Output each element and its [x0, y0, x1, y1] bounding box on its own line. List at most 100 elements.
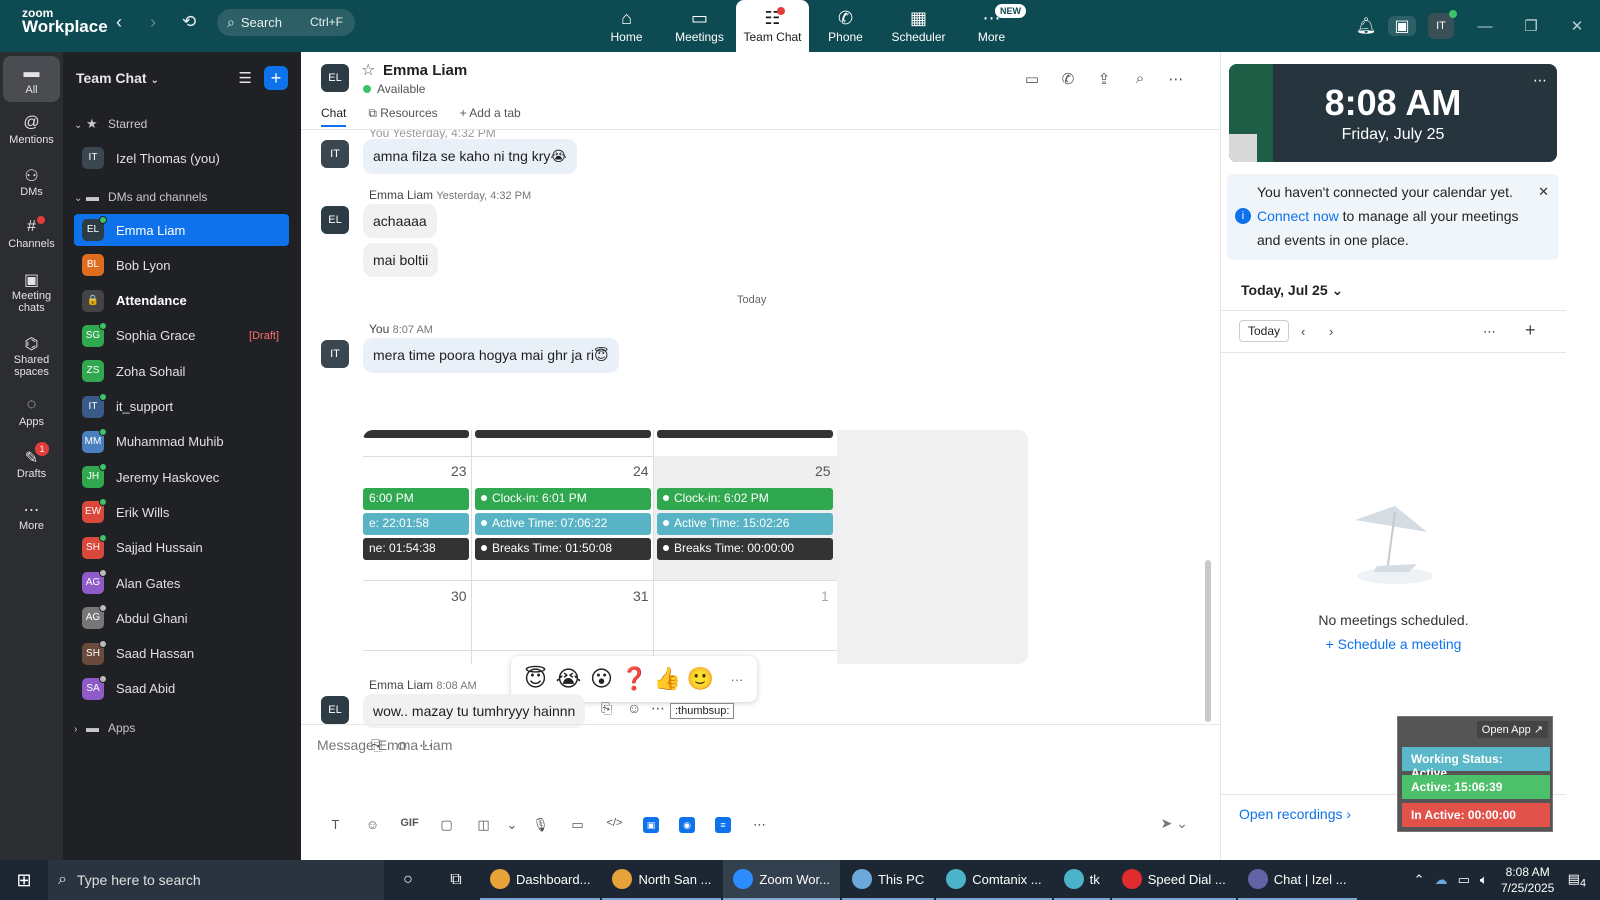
message-bubble[interactable]: amna filza se kaho ni tng kry😭	[363, 139, 577, 174]
forward-arrow-icon[interactable]: ›	[150, 12, 156, 33]
new-chat-button[interactable]: +	[264, 66, 288, 90]
add-icon[interactable]: +	[1525, 320, 1536, 341]
message-bubble[interactable]: achaaaa	[363, 204, 437, 238]
profile-avatar[interactable]: IT	[1428, 10, 1457, 39]
contact-izel-thomas[interactable]: IT Izel Thomas (you)	[74, 142, 289, 174]
search-icon[interactable]: ⌕	[1122, 70, 1158, 88]
star-icon[interactable]: ☆	[361, 60, 375, 80]
tab-chat[interactable]: Chat	[321, 106, 347, 127]
contact-item[interactable]: SG Sophia Grace [Draft]	[74, 320, 289, 352]
rail-channels[interactable]: # Channels	[0, 210, 63, 262]
nav-phone[interactable]: ✆ Phone	[809, 0, 882, 52]
gif-icon[interactable]: GIF	[391, 817, 428, 833]
surprised-emoji[interactable]: 😮	[585, 666, 618, 692]
taskbar-app[interactable]: Chat | Izel ...	[1237, 860, 1357, 900]
rail-all[interactable]: ▬ All	[3, 56, 60, 102]
file-icon[interactable]: ▢	[428, 817, 465, 833]
nav-home[interactable]: ⌂ Home	[590, 0, 663, 52]
code-snippet-icon[interactable]: </>	[596, 817, 633, 833]
windows-start-icon[interactable]: ⊞	[0, 870, 48, 891]
sidebar-title[interactable]: Team Chat ⌄	[76, 70, 159, 86]
today-header[interactable]: Today, Jul 25 ⌄	[1241, 282, 1343, 299]
contact-item[interactable]: EL Emma Liam	[74, 214, 289, 246]
app-icon[interactable]: ▣	[643, 817, 659, 833]
rail-drafts[interactable]: 1 ✎ Drafts	[0, 440, 63, 492]
filter-icon[interactable]: ☰	[239, 69, 252, 87]
taskbar-search[interactable]: ⌕ Type here to search	[48, 860, 384, 900]
contact-item[interactable]: SH Saad Hassan	[74, 638, 289, 670]
more-options-icon[interactable]: ⋯	[651, 700, 665, 717]
maximize-icon[interactable]: ❐	[1508, 17, 1554, 35]
section-apps[interactable]: › ▬ Apps	[74, 720, 135, 735]
message-bubble[interactable]: mera time poora hogya mai ghr ja ri😇	[363, 338, 619, 373]
contact-item[interactable]: AG Alan Gates	[74, 567, 289, 599]
microphone-icon[interactable]: 🎙	[522, 817, 559, 833]
schedule-meeting-link[interactable]: + Schedule a meeting	[1221, 636, 1566, 652]
bell-icon[interactable]: 🔔︎	[1348, 16, 1384, 36]
section-starred[interactable]: ⌄ ★ Starred	[74, 116, 147, 132]
minimize-icon[interactable]: —	[1462, 18, 1508, 35]
nav-meetings[interactable]: ▭ Meetings	[663, 0, 736, 52]
smile-emoji[interactable]: 🙂	[684, 666, 717, 692]
video-message-icon[interactable]: ▭	[559, 817, 596, 833]
scrollbar[interactable]	[1205, 560, 1211, 722]
taskbar-app[interactable]: Comtanix ...	[936, 860, 1052, 900]
open-app-button[interactable]: Open App ↗	[1476, 721, 1548, 738]
chevron-up-icon[interactable]: ⌃	[1414, 872, 1425, 888]
gift-icon[interactable]: ▣	[1388, 16, 1416, 36]
contact-item[interactable]: MM Muhammad Muhib	[74, 426, 289, 458]
cortana-icon[interactable]: ○	[384, 871, 432, 889]
close-icon[interactable]: ✕	[1538, 180, 1549, 204]
contact-item[interactable]: JH Jeremy Haskovec	[74, 461, 289, 493]
rail-more[interactable]: ⋯ More	[0, 492, 63, 544]
nav-scheduler[interactable]: ▦ Scheduler	[882, 0, 955, 52]
taskbar-app[interactable]: This PC	[841, 860, 935, 900]
more-options-icon[interactable]: ⋯	[741, 817, 778, 833]
back-arrow-icon[interactable]: ‹	[116, 12, 122, 33]
onedrive-icon[interactable]: ☁	[1435, 872, 1448, 888]
chat-title[interactable]: Emma Liam	[383, 62, 467, 79]
message-bubble[interactable]: wow.. mazay tu tumhryyy hainnn	[363, 694, 586, 728]
contact-item[interactable]: EW Erik Wills	[74, 496, 289, 528]
task-view-icon[interactable]: ⧉	[432, 871, 480, 889]
tab-resources[interactable]: ⧉ Resources	[368, 106, 437, 127]
contact-item[interactable]: 🔒 Attendance	[74, 285, 289, 317]
crying-emoji[interactable]: 😭	[552, 666, 585, 692]
share-screen-icon[interactable]: ⇪	[1086, 70, 1122, 88]
phone-call-icon[interactable]: ✆	[1050, 70, 1086, 88]
more-options-icon[interactable]: ⋯	[1533, 72, 1547, 89]
add-reaction-icon[interactable]: ☺	[627, 700, 641, 716]
contact-item[interactable]: BL Bob Lyon	[74, 249, 289, 281]
emoji-icon[interactable]: ☺	[354, 817, 391, 833]
taskbar-app[interactable]: Speed Dial ...	[1111, 860, 1236, 900]
taskbar-app[interactable]: tk	[1053, 860, 1110, 900]
message-input[interactable]: Message Emma Liam	[317, 737, 452, 753]
thumbsup-emoji[interactable]: 👍	[651, 666, 684, 692]
taskbar-app[interactable]: North San ...	[602, 860, 722, 900]
more-options-icon[interactable]: ⋯	[1483, 324, 1496, 340]
nav-more[interactable]: NEW ⋯ More	[955, 0, 1028, 52]
app-icon[interactable]: ≡	[715, 817, 731, 833]
rail-mentions[interactable]: @ Mentions	[0, 106, 63, 158]
more-options-icon[interactable]: ⋯	[1158, 70, 1194, 88]
volume-icon[interactable]: 🔈︎	[1480, 872, 1488, 888]
app-icon[interactable]: ◉	[679, 817, 695, 833]
taskbar-app[interactable]: Dashboard...	[480, 860, 601, 900]
section-dms-channels[interactable]: ⌄ ▬ DMs and channels	[74, 189, 207, 204]
video-call-icon[interactable]: ▭	[1014, 70, 1050, 88]
chevron-down-icon[interactable]: ⌄	[502, 817, 522, 833]
contact-item[interactable]: IT it_support	[74, 391, 289, 423]
connect-now-link[interactable]: Connect now	[1257, 208, 1339, 224]
contact-item[interactable]: ZS Zoha Sohail	[74, 355, 289, 387]
chevron-right-icon[interactable]: ›	[1329, 324, 1333, 339]
rail-dms[interactable]: ⚇ DMs	[0, 158, 63, 210]
open-recordings-link[interactable]: Open recordings ›	[1239, 806, 1351, 822]
calendar-screenshot[interactable]: 23 24 25 6:00 PM e: 22:01:58 ne: 01:54:3…	[363, 430, 1028, 664]
taskbar-clock[interactable]: 8:08 AM 7/25/2025	[1493, 864, 1563, 896]
contact-item[interactable]: AG Abdul Ghani	[74, 602, 289, 634]
contact-item[interactable]: SA Saad Abid	[74, 673, 289, 705]
contact-item[interactable]: SH Sajjad Hussain	[74, 532, 289, 564]
rail-shared-spaces[interactable]: ⌬ Shared spaces	[0, 326, 63, 388]
reply-icon[interactable]: ⎘	[601, 700, 612, 717]
question-emoji[interactable]: ❓	[618, 666, 651, 692]
